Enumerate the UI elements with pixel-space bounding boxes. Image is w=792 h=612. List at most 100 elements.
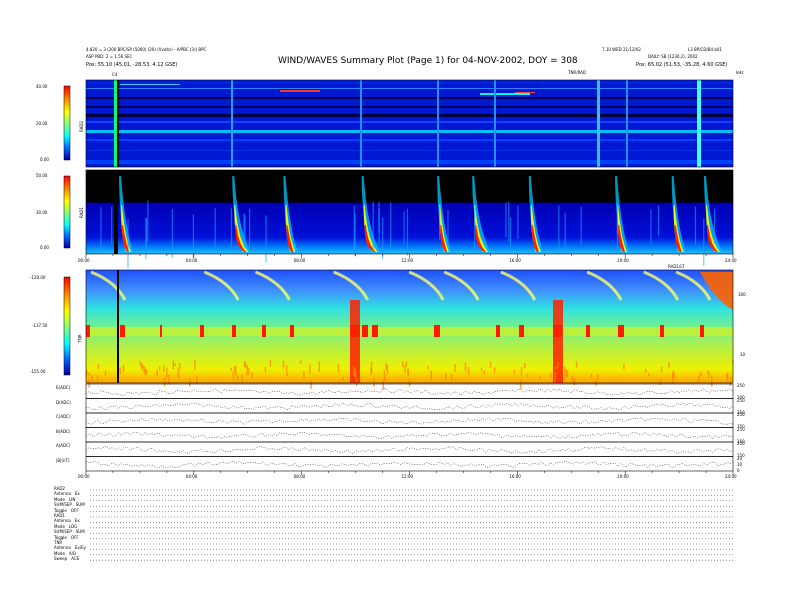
tnr-ylabel: TNR [77,334,83,343]
rad1-faint-streak [354,213,356,257]
tnr-stipple [554,366,557,370]
hk-trace [85,431,734,440]
tnr-stipple [539,375,541,379]
info-key: Mode [54,523,65,529]
rad1-cbar-tick-mid: 30.00 [36,210,48,215]
tnr-strong-burst [553,300,563,383]
info-key: Antenna [54,518,71,524]
x-tick-label: 20:00 [617,474,629,479]
tnr-stipple [119,367,121,375]
tnr-stipple [163,365,165,372]
tnr-hot-column [232,325,236,337]
rad2-panel [85,79,734,168]
tnr-stipple [174,363,176,367]
rad1-faint-streak [505,202,507,238]
tnr-stipple [706,370,709,374]
info-row: SUM/SEP SUM [54,529,85,534]
x-tick-label: 20:00 [617,258,629,263]
rad1-faint-streak [111,206,113,244]
tnr-stipple [97,363,100,370]
tnr-stipple [571,375,574,383]
tnr-stipple [698,376,700,383]
rad1-faint-streak [650,209,652,245]
tnr-stipple [566,370,569,378]
tnr-stipple [122,365,125,373]
tnr-stipple [557,362,559,369]
tnr-stipple [493,367,496,373]
x-tick-label: 08:00 [293,474,306,479]
info-key: TNR [54,540,63,545]
hk-panel-frame [85,441,734,457]
rad1-faint-streak [508,201,510,242]
tnr-stipple [158,366,161,371]
rad1-faint-streak [214,208,216,250]
footer-dotted-lines [90,489,733,561]
tnr-stipple [139,361,142,366]
tnr-stipple [230,367,232,372]
tnr-stipple [590,373,593,379]
info-key: Sweep [54,556,68,562]
info-row: Sweep ACE [54,556,79,561]
tnr-stipple [236,374,239,381]
tnr-stipple [104,370,107,376]
rad2-ylabel: RAD2 [78,121,84,132]
info-value: SUM [75,502,85,508]
info-row: Mode A/D [54,551,76,556]
tnr-stipple [660,366,663,372]
hk-label: |B|(nT) [56,457,70,463]
tnr-hot-column [660,325,664,337]
rad1-faint-streak [439,206,441,240]
tnr-stipple [96,375,99,383]
hk-panel-frame [85,427,734,443]
tnr-stipple [251,372,253,379]
tnr-stipple [575,361,578,368]
tnr-stipple [597,374,599,380]
rad1-faint-streak [447,209,449,244]
tnr-stipple [310,379,312,390]
tnr-stipple [241,374,243,383]
rad1-faint-streak [127,218,129,269]
info-key: SUM/SEP [54,502,72,508]
tnr-hot-column [496,325,500,337]
tnr-stipple [156,369,159,376]
tnr-stipple [141,364,144,369]
tnr-cbar-tick-top: -120.00 [30,275,46,280]
rad1-faint-streak [265,215,267,263]
hk-label: B(ADC) [56,428,71,434]
tnr-stipple [401,361,404,368]
tnr-stipple [86,369,88,377]
rad1-cbar-tick-top: 50.00 [36,173,48,178]
hk-label: C(ADC) [56,414,71,419]
info-key: Mode [54,496,65,502]
tnr-stipple [595,378,597,386]
tnr-stipple [644,368,647,373]
rad2-cbar-tick-mid: 20.00 [36,121,48,126]
tnr-stipple [386,365,389,375]
info-value: Ex [74,491,80,497]
tnr-stipple [454,364,456,372]
tnr-right-tick-100: 100 [738,292,746,297]
x-tick-label: 12:00 [401,474,414,479]
info-row: Antenna Ex [54,491,80,496]
hk-right-tick: 0 [737,467,740,473]
rad1-faint-streak [248,208,251,249]
info-row: Antenna Ex/Ey [54,545,86,550]
info-row: Toggle OFF [54,535,79,540]
tnr-stipple [282,360,285,369]
rad2-cbar-tick-top: 40.00 [36,84,48,89]
tnr-panel [85,269,734,390]
tnr-hot-column [160,325,162,337]
info-row: Antenna Ex [54,518,80,523]
tnr-stipple [144,370,147,376]
tnr-stipple [427,366,429,370]
tnr-stipple [450,374,453,383]
tnr-stipple [244,362,247,369]
tnr-stipple [385,363,387,370]
hk-right-tick: 250 [737,441,745,446]
rad1-faint-streak [657,205,660,236]
tnr-stipple [303,371,305,379]
tnr-stipple [196,375,198,384]
tnr-stipple [189,378,191,387]
rad1-faint-streak [192,214,195,259]
rad1-faint-streak [382,217,384,260]
